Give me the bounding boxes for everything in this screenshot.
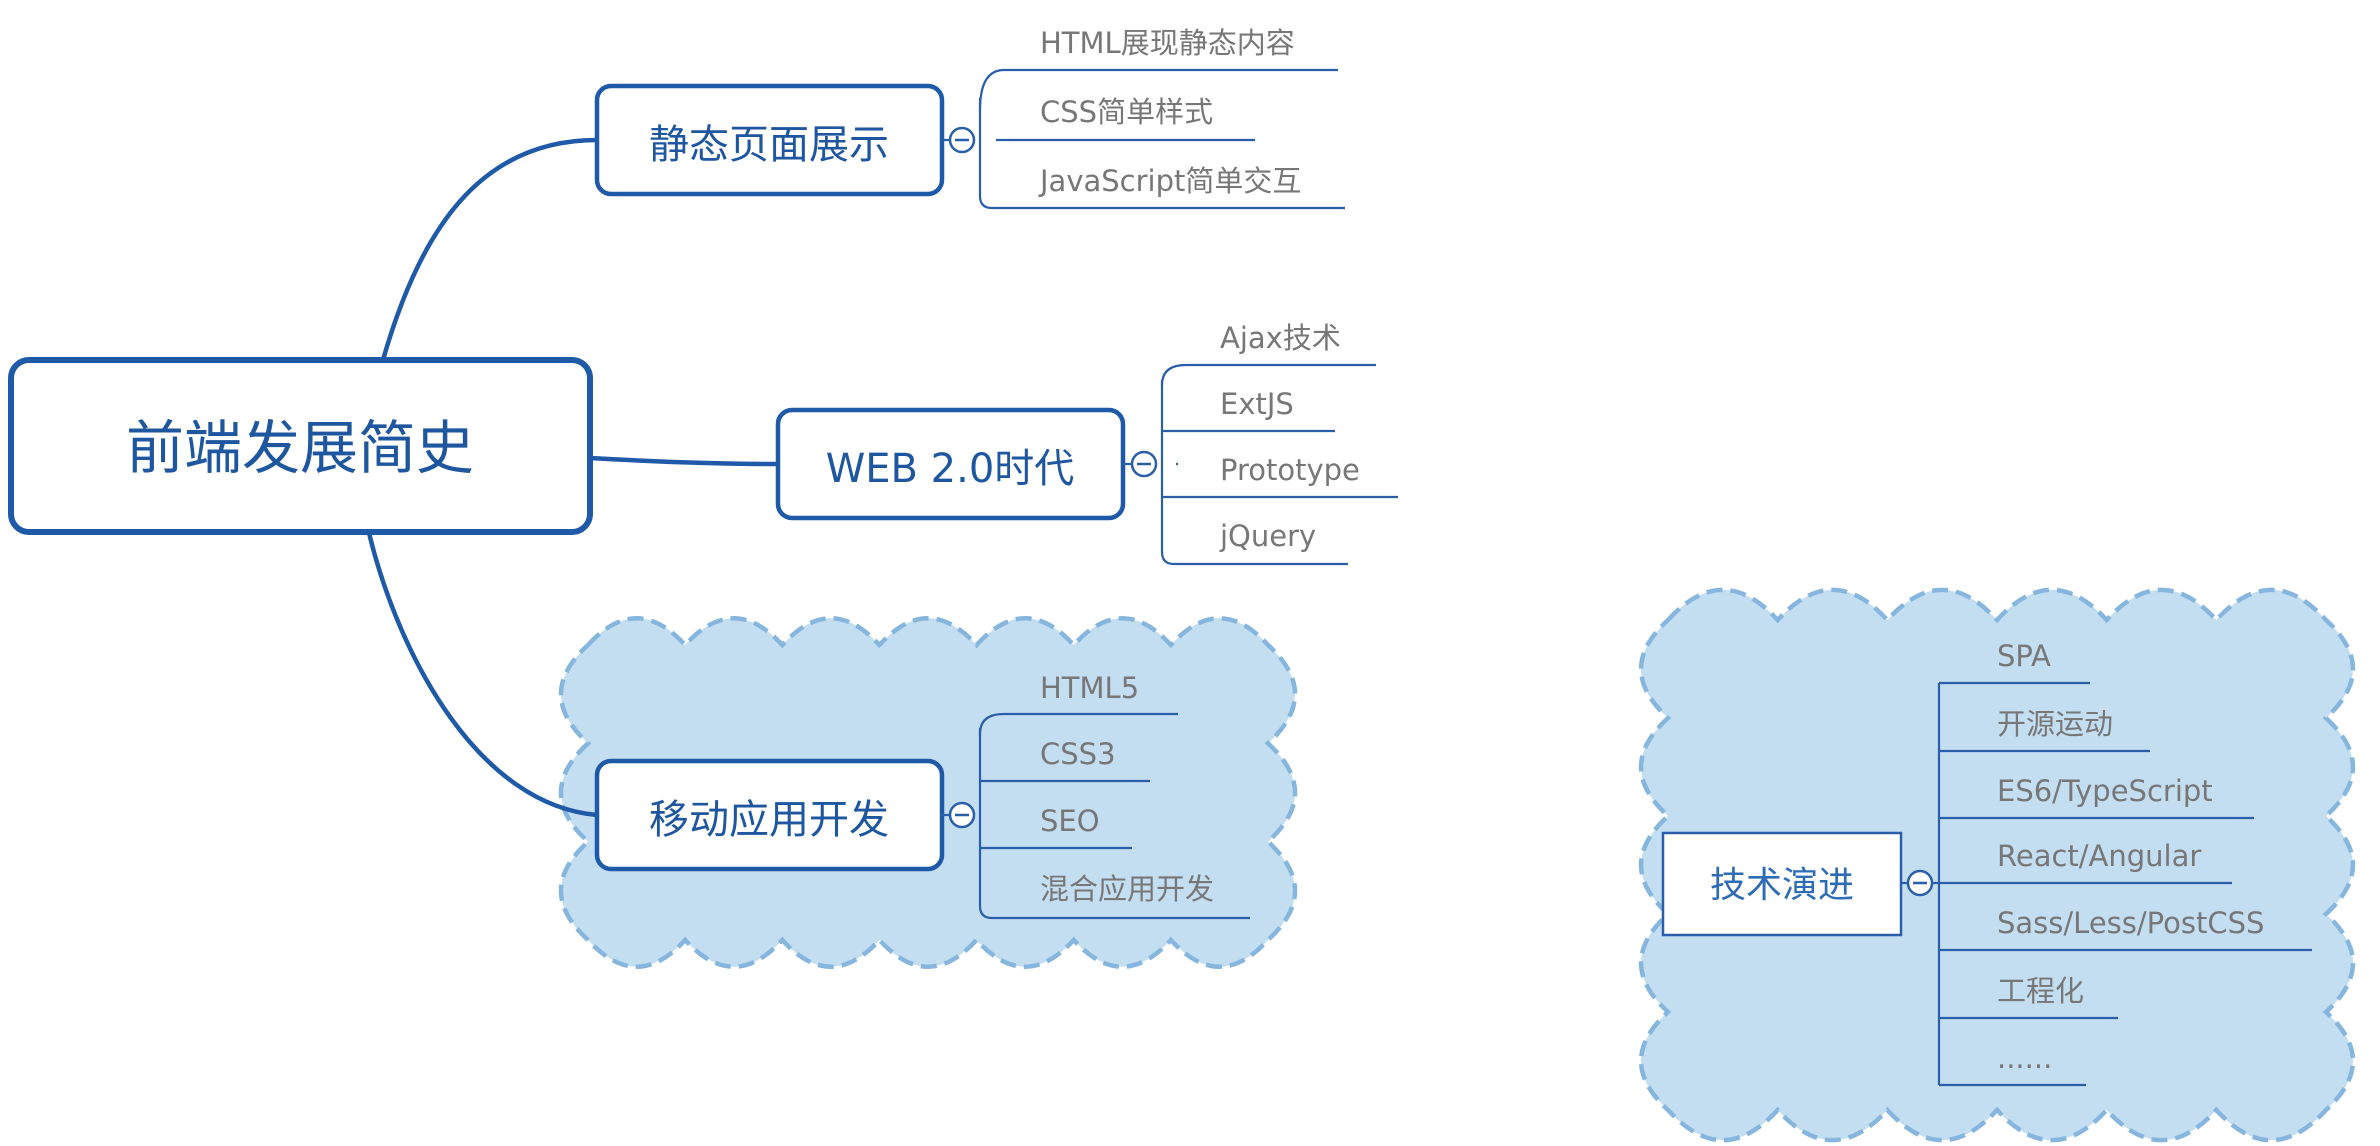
leaf-item[interactable]: jQuery bbox=[1219, 519, 1316, 553]
leaf-item[interactable]: JavaScript简单交互 bbox=[1038, 164, 1301, 198]
leaf-item[interactable]: 工程化 bbox=[1997, 974, 2084, 1008]
leaf-item[interactable]: HTML5 bbox=[1040, 671, 1139, 705]
branch-node-static[interactable]: 静态页面展示 bbox=[594, 83, 945, 197]
leaf-item[interactable]: CSS简单样式 bbox=[1040, 95, 1213, 129]
leaf-item[interactable]: SEO bbox=[1040, 804, 1100, 838]
leaf-group-web2: Ajax技术 ExtJS Prototype jQuery bbox=[1123, 321, 1398, 566]
leaf-item[interactable]: SPA bbox=[1997, 639, 2051, 673]
leaf-group-static: HTML展现静态内容 CSS简单样式 JavaScript简单交互 bbox=[942, 26, 1345, 210]
floating-topic-node[interactable]: 技术演进 bbox=[1661, 831, 1903, 937]
branch-label-web2: WEB 2.0时代 bbox=[826, 446, 1075, 492]
leaf-item[interactable]: Prototype bbox=[1220, 453, 1360, 487]
branch-node-web2[interactable]: WEB 2.0时代 bbox=[775, 407, 1126, 521]
leaf-item[interactable]: ExtJS bbox=[1220, 387, 1294, 421]
floating-topic-label: 技术演进 bbox=[1710, 865, 1854, 906]
leaf-item[interactable]: Ajax技术 bbox=[1220, 321, 1341, 355]
leaf-item[interactable]: CSS3 bbox=[1040, 737, 1116, 771]
branch-label-mobile: 移动应用开发 bbox=[649, 797, 889, 843]
connector-static bbox=[380, 137, 598, 361]
branch-node-mobile[interactable]: 移动应用开发 bbox=[594, 758, 945, 872]
leaf-item[interactable]: 开源运动 bbox=[1997, 707, 2113, 741]
root-node[interactable]: 前端发展简史 bbox=[8, 357, 593, 535]
leaf-item[interactable]: React/Angular bbox=[1997, 839, 2201, 873]
connector-web2 bbox=[589, 455, 779, 467]
branch-label-static: 静态页面展示 bbox=[649, 122, 889, 168]
root-node-label: 前端发展简史 bbox=[126, 414, 474, 482]
leaf-item[interactable]: HTML展现静态内容 bbox=[1040, 26, 1295, 60]
leaf-item[interactable]: ES6/TypeScript bbox=[1997, 774, 2213, 808]
leaf-item[interactable]: ...... bbox=[1997, 1041, 2052, 1075]
leaf-item[interactable]: Sass/Less/PostCSS bbox=[1997, 906, 2264, 940]
connector-mobile bbox=[366, 532, 598, 818]
mindmap-canvas: 前端发展简史 静态页面展示 HTML展现静态内容 CSS简单样式 JavaScr… bbox=[8, 26, 2356, 1143]
leaf-item[interactable]: 混合应用开发 bbox=[1040, 872, 1214, 906]
